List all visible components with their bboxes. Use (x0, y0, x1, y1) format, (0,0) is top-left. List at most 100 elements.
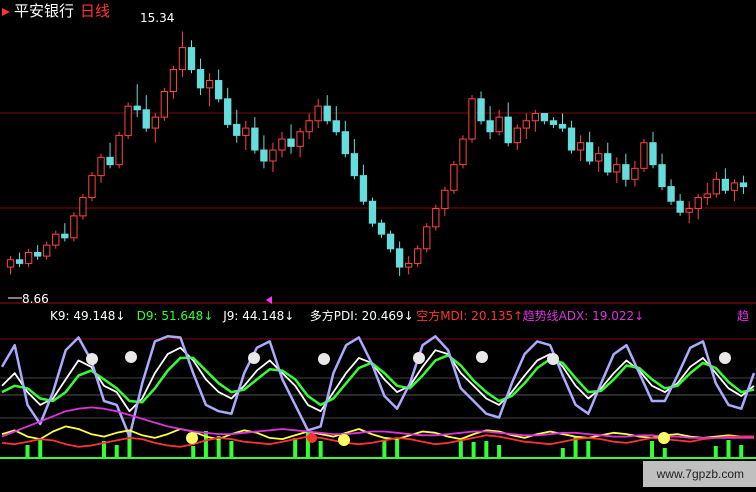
candle-body (52, 233, 60, 246)
indicator-bar (38, 438, 43, 458)
candle (414, 245, 422, 268)
candle (70, 212, 78, 242)
candle-body (43, 244, 51, 257)
candle-body (459, 138, 467, 166)
indicator-bar (114, 445, 119, 458)
candle-body (631, 167, 639, 180)
candle (432, 204, 440, 231)
watermark: www.7gpzb.com (642, 461, 756, 487)
face-icon (719, 352, 731, 364)
period-label: 日线 (80, 2, 110, 20)
candle-body (504, 116, 512, 144)
indicator-bar (586, 441, 591, 458)
candle-body (386, 233, 395, 250)
candle-body (287, 138, 295, 147)
indicator-bar (293, 438, 298, 458)
candle-body (296, 131, 304, 147)
low-price-label: 8.66 (22, 292, 49, 306)
candle-body (676, 200, 684, 213)
chart-canvas: 平安银行 日线 15.34 8.66 K9: 49.148↓ D9: 51.648… (0, 0, 756, 487)
candle-body (558, 123, 567, 129)
indicator-bar (458, 440, 463, 458)
candle-body (160, 91, 169, 118)
candle-body (34, 251, 42, 257)
candle-body (622, 164, 630, 180)
candle-body (205, 80, 214, 89)
candle-body (196, 69, 205, 89)
candle (124, 102, 132, 140)
candle-body (341, 131, 349, 155)
candle (88, 171, 96, 202)
candle-body (423, 226, 431, 250)
candle-body (486, 120, 494, 133)
face-icon (413, 352, 425, 364)
indicator-bar (560, 448, 565, 458)
candle-body (730, 182, 739, 191)
candle-body (350, 153, 359, 177)
face-icon (338, 434, 350, 446)
face-icon (658, 432, 670, 444)
candle-body (97, 156, 105, 177)
candle-body (142, 109, 150, 129)
indicator-bar (318, 441, 323, 458)
legend-item-多方PDI: 多方PDI: 20.469↓ (310, 308, 414, 323)
candle-body (441, 189, 449, 210)
candle-body (88, 175, 96, 199)
candle-body (658, 164, 666, 188)
candle-body (513, 127, 521, 144)
face-icon (248, 352, 260, 364)
indicator-bar (726, 440, 731, 458)
candle-body (260, 149, 268, 162)
candle-body (495, 116, 503, 133)
face-icon (547, 353, 559, 365)
candle-body (595, 153, 603, 162)
indicator-bar (484, 441, 489, 458)
candle (386, 230, 395, 253)
face-icon (476, 351, 488, 363)
indicator-bar (203, 431, 208, 458)
candle (115, 131, 123, 169)
indicator-bar (471, 442, 476, 458)
candle (459, 135, 467, 169)
candle-body (15, 259, 24, 264)
candle-body (522, 120, 530, 129)
candle-body (432, 208, 440, 228)
indicator-bar (382, 440, 387, 458)
candle-body (477, 98, 485, 122)
candle-body (79, 197, 87, 217)
candle-body (115, 134, 123, 166)
candle-body (576, 142, 585, 151)
legend-item-D9: D9: 51.648↓ (137, 309, 214, 323)
candle-body (540, 112, 549, 122)
candle (450, 161, 458, 194)
candle (640, 139, 648, 172)
candle-body (377, 222, 386, 235)
indicator-legend: K9: 49.148↓ D9: 51.648↓ J9: 44.148↓ 多方PDI: … (50, 308, 644, 323)
candle-body (640, 142, 648, 169)
indicator-bar (497, 445, 502, 458)
candle-body (278, 138, 286, 151)
candle-body (151, 116, 159, 129)
indicator-bar (739, 445, 744, 458)
candle-body (685, 208, 693, 213)
candle-body (233, 123, 241, 136)
candle-body (613, 164, 621, 173)
candle-body (6, 259, 15, 268)
legend-item-趋势线ADX: 趋势线ADX: 19.022↓ (523, 309, 645, 323)
candle-body (178, 47, 187, 71)
legend-item-K9: K9: 49.148↓ (50, 309, 125, 323)
candle (468, 95, 476, 143)
candle-body (649, 142, 657, 166)
candle-body (405, 262, 413, 268)
face-icon (307, 433, 317, 443)
legend-overflow-label: 趋 (737, 309, 749, 323)
candle-body (604, 153, 612, 173)
candle-body (468, 98, 476, 140)
candle (160, 87, 169, 121)
candle-body (531, 112, 540, 122)
indicator-bar (650, 441, 655, 458)
candle (368, 197, 377, 227)
candle-body (450, 164, 458, 191)
candle-body (242, 127, 250, 136)
candle (423, 223, 431, 253)
